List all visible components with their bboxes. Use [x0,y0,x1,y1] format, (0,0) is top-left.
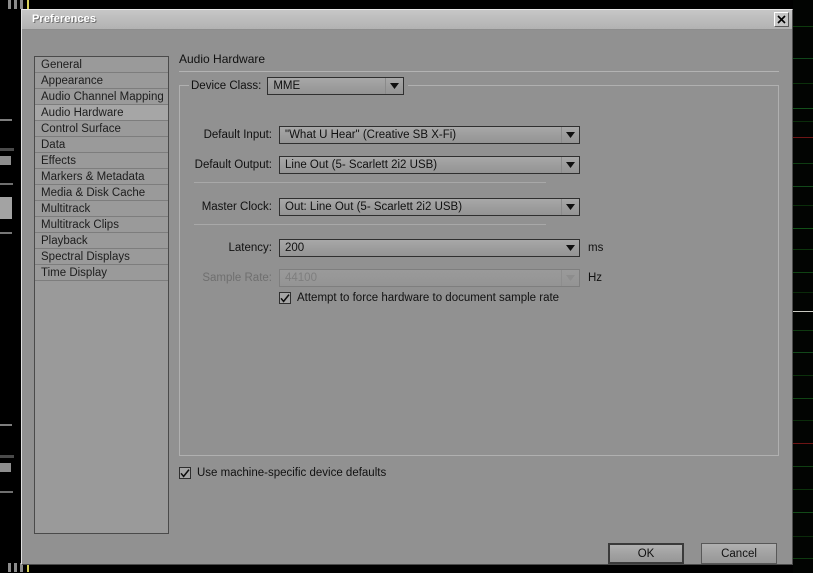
sidebar-item-spectral-displays[interactable]: Spectral Displays [35,249,168,265]
default-input-row: Default Input: "What U Hear" (Creative S… [194,126,580,144]
page-title-rule [179,71,779,72]
sidebar-item-media-disk-cache[interactable]: Media & Disk Cache [35,185,168,201]
default-output-row: Default Output: Line Out (5- Scarlett 2i… [194,156,580,174]
ok-button-label: OK [637,547,655,560]
close-x-icon [777,15,786,24]
sample-rate-label: Sample Rate: [202,272,272,284]
device-class-legend: Device Class: MME [189,77,409,95]
default-input-label: Default Input: [203,129,272,141]
checkbox-check-icon [179,467,191,479]
page-title: Audio Hardware [179,52,266,66]
sidebar-item-data[interactable]: Data [35,137,168,153]
latency-value: 200 [285,242,305,254]
divider-below-master-clock [194,224,546,225]
force-sample-rate-checkbox[interactable]: Attempt to force hardware to document sa… [279,292,559,304]
chevron-down-icon [562,240,579,256]
device-class-select[interactable]: MME [267,77,405,95]
sidebar-item-markers-metadata[interactable]: Markers & Metadata [35,169,168,185]
default-output-select[interactable]: Line Out (5- Scarlett 2i2 USB) [279,156,580,174]
chevron-down-icon [561,157,579,173]
sidebar-item-multitrack-clips[interactable]: Multitrack Clips [35,217,168,233]
ok-button[interactable]: OK [608,543,684,564]
machine-defaults-checkbox[interactable]: Use machine-specific device defaults [179,467,386,479]
master-clock-select[interactable]: Out: Line Out (5- Scarlett 2i2 USB) [279,198,580,216]
left-panel-remnant [0,0,22,573]
default-input-value: "What U Hear" (Creative SB X-Fi) [285,129,457,141]
chevron-down-icon [561,199,579,215]
sidebar-item-effects[interactable]: Effects [35,153,168,169]
default-input-select[interactable]: "What U Hear" (Creative SB X-Fi) [279,126,580,144]
chevron-down-icon [385,78,403,94]
chevron-down-icon [561,270,579,286]
device-class-label: Device Class: [191,80,262,92]
sidebar-item-multitrack[interactable]: Multitrack [35,201,168,217]
sidebar-item-audio-hardware[interactable]: Audio Hardware [35,105,168,121]
dialog-titlebar[interactable]: Preferences [22,10,792,30]
sidebar-item-general[interactable]: General [35,57,168,73]
sidebar-item-audio-channel-mapping[interactable]: Audio Channel Mapping [35,89,168,105]
device-class-value: MME [273,80,301,92]
default-output-value: Line Out (5- Scarlett 2i2 USB) [285,159,438,171]
category-list[interactable]: General Appearance Audio Channel Mapping… [34,56,169,534]
cancel-button[interactable]: Cancel [701,543,777,564]
preferences-dialog: Preferences General Appearance Audio Cha… [21,9,793,565]
waveform-display [793,0,813,573]
sidebar-item-control-surface[interactable]: Control Surface [35,121,168,137]
latency-unit: ms [588,242,604,254]
force-sample-rate-label: Attempt to force hardware to document sa… [297,292,560,304]
sample-rate-value: 44100 [285,272,317,284]
sidebar-item-playback[interactable]: Playback [35,233,168,249]
master-clock-row: Master Clock: Out: Line Out (5- Scarlett… [194,198,580,216]
device-class-group: Device Class: MME Default Input: "What U… [179,77,779,456]
checkbox-check-icon [279,292,291,304]
cancel-button-label: Cancel [721,547,757,560]
latency-label: Latency: [228,242,272,254]
master-clock-label: Master Clock: [201,201,272,213]
dialog-body: General Appearance Audio Channel Mapping… [22,30,792,564]
machine-defaults-label: Use machine-specific device defaults [197,467,387,479]
divider-above-master-clock [194,182,546,183]
master-clock-value: Out: Line Out (5- Scarlett 2i2 USB) [285,201,463,213]
sample-rate-unit: Hz [588,272,603,284]
default-output-label: Default Output: [194,159,272,171]
sidebar-item-time-display[interactable]: Time Display [35,265,168,281]
sample-rate-row: Sample Rate: 44100 Hz [194,269,602,287]
sidebar-item-appearance[interactable]: Appearance [35,73,168,89]
chevron-down-icon [561,127,579,143]
settings-pane: Audio Hardware Device Class: MME Default… [179,52,779,479]
dialog-title: Preferences [32,13,97,25]
latency-row: Latency: 200 ms [194,239,603,257]
close-button[interactable] [774,12,789,27]
sample-rate-select: 44100 [279,269,580,287]
latency-select[interactable]: 200 [279,239,580,257]
